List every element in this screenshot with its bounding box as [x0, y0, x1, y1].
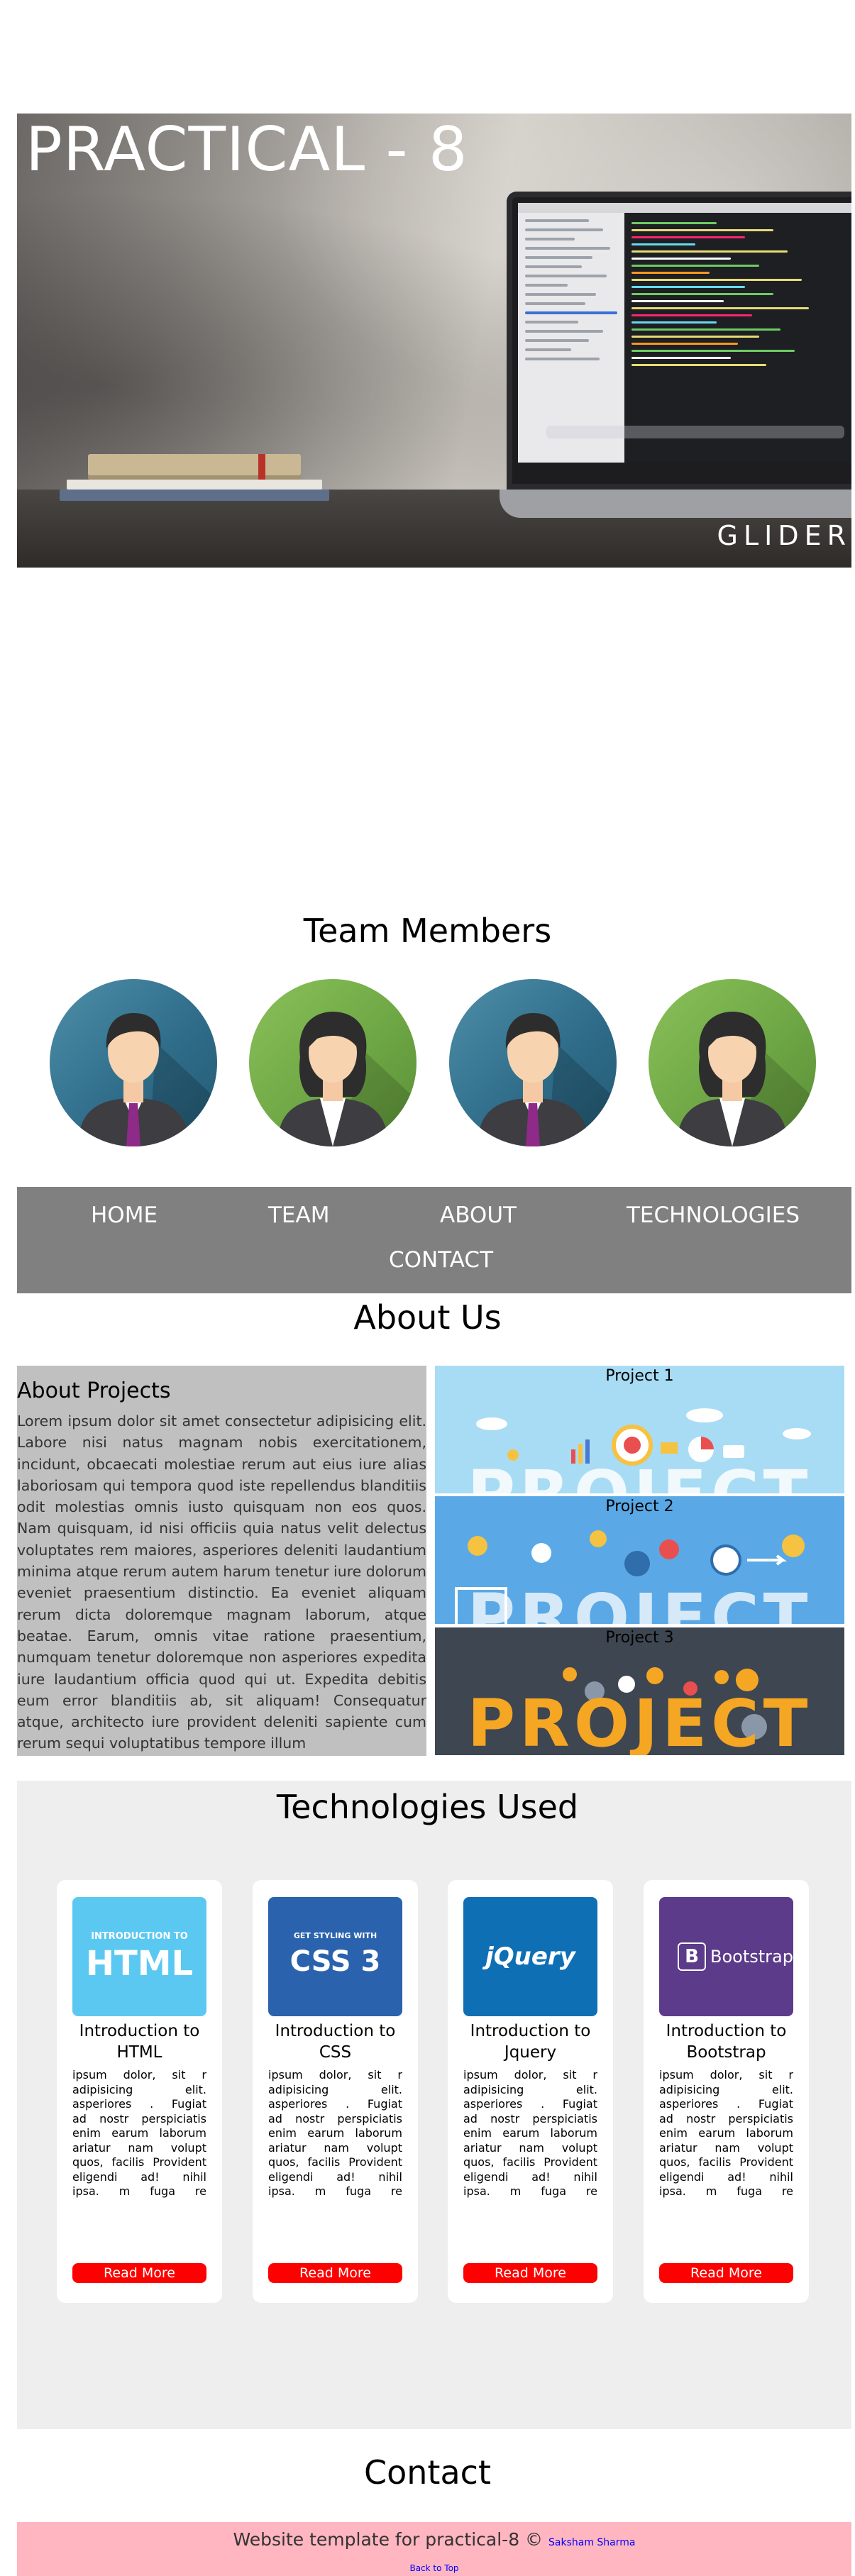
contact-heading: Contact — [364, 2453, 491, 2492]
hero-books — [45, 454, 329, 504]
footer-text: Website template for practical-8 © Saksh… — [233, 2529, 636, 2550]
male-user-icon — [478, 1013, 617, 1146]
female-user-icon — [677, 1012, 816, 1146]
author-link[interactable]: Saksham Sharma — [548, 2537, 635, 2548]
card-title: Introduction to Bootstrap — [666, 2022, 787, 2062]
footer: Website template for practical-8 © Saksh… — [17, 2522, 851, 2576]
male-user-icon — [78, 1013, 217, 1146]
project-card-3[interactable]: PROJECT Project 3 — [435, 1627, 844, 1755]
nav-link-about[interactable]: ABOUT — [440, 1203, 517, 1228]
bootstrap-logo: B Bootstrap — [659, 1897, 793, 2016]
css-logo: GET STYLING WITH CSS 3 — [268, 1897, 402, 2016]
read-more-button[interactable]: Read More — [463, 2263, 597, 2283]
laptop-screen — [518, 203, 851, 463]
card-text: ipsum dolor, sit r adipisicing elit. asp… — [463, 2068, 597, 2198]
project-image-word: PROJECT — [467, 1686, 812, 1755]
about-projects-text: Lorem ipsum dolor sit amet consectetur a… — [17, 1413, 426, 1752]
card-title: Introduction to HTML — [79, 2022, 200, 2062]
nav-link-contact[interactable]: CONTACT — [389, 1247, 493, 1273]
card-title: Introduction to CSS — [275, 2022, 396, 2062]
technology-card-bootstrap: B Bootstrap Introduction to Bootstrap ip… — [644, 1880, 809, 2303]
card-text: ipsum dolor, sit r adipisicing elit. asp… — [72, 2068, 206, 2198]
main-navigation: HOME TEAM ABOUT TECHNOLOGIES CONTACT — [17, 1187, 851, 1293]
hero-laptop-base — [500, 490, 851, 518]
nav-link-home[interactable]: HOME — [91, 1203, 158, 1228]
hero-laptop — [507, 192, 851, 490]
female-user-icon — [277, 1012, 417, 1146]
card-title: Introduction to Jquery — [470, 2022, 591, 2062]
about-heading: About Us — [353, 1298, 502, 1337]
team-heading: Team Members — [303, 912, 552, 950]
card-text: ipsum dolor, sit r adipisicing elit. asp… — [659, 2068, 793, 2198]
project-card-1[interactable]: PROJECT Project 1 — [435, 1366, 844, 1493]
page-title: PRACTICAL - 8 — [26, 114, 468, 185]
team-member-avatar — [50, 979, 217, 1146]
technology-card-jquery: jQuery Introduction to Jquery ipsum dolo… — [448, 1880, 613, 2303]
nav-link-technologies[interactable]: TECHNOLOGIES — [627, 1203, 800, 1228]
html-logo: INTRODUCTION TO HTML — [72, 1897, 206, 2016]
project-label: Project 3 — [605, 1629, 674, 1647]
card-text: ipsum dolor, sit r adipisicing elit. asp… — [268, 2068, 402, 2198]
project-image-word: PROJECT — [467, 1580, 812, 1624]
nav-link-team[interactable]: TEAM — [268, 1203, 329, 1228]
team-member-avatar — [449, 979, 617, 1146]
jquery-logo: jQuery — [463, 1897, 597, 2016]
team-member-avatar — [249, 979, 417, 1146]
project-card-2[interactable]: PROJECT Project 2 — [435, 1496, 844, 1624]
bootstrap-b-icon: B — [678, 1942, 706, 1971]
project-label: Project 2 — [605, 1498, 674, 1515]
back-to-top-link[interactable]: Back to Top — [17, 2563, 851, 2573]
technology-card-css: GET STYLING WITH CSS 3 Introduction to C… — [253, 1880, 418, 2303]
read-more-button[interactable]: Read More — [268, 2263, 402, 2283]
read-more-button[interactable]: Read More — [72, 2263, 206, 2283]
hero-banner: GLIDER PRACTICAL - 8 — [17, 114, 851, 568]
hero-watermark: GLIDER — [717, 520, 851, 551]
team-member-avatar — [649, 979, 816, 1146]
about-projects-panel: About Projects Lorem ipsum dolor sit ame… — [17, 1366, 426, 1756]
technology-card-html: INTRODUCTION TO HTML Introduction to HTM… — [57, 1880, 222, 2303]
technologies-heading: Technologies Used — [276, 1788, 579, 1826]
project-image-word: PROJECT — [435, 1456, 844, 1493]
read-more-button[interactable]: Read More — [659, 2263, 793, 2283]
laptop-dock — [546, 426, 844, 438]
about-projects-heading: About Projects — [17, 1378, 171, 1403]
project-label: Project 1 — [605, 1367, 674, 1385]
